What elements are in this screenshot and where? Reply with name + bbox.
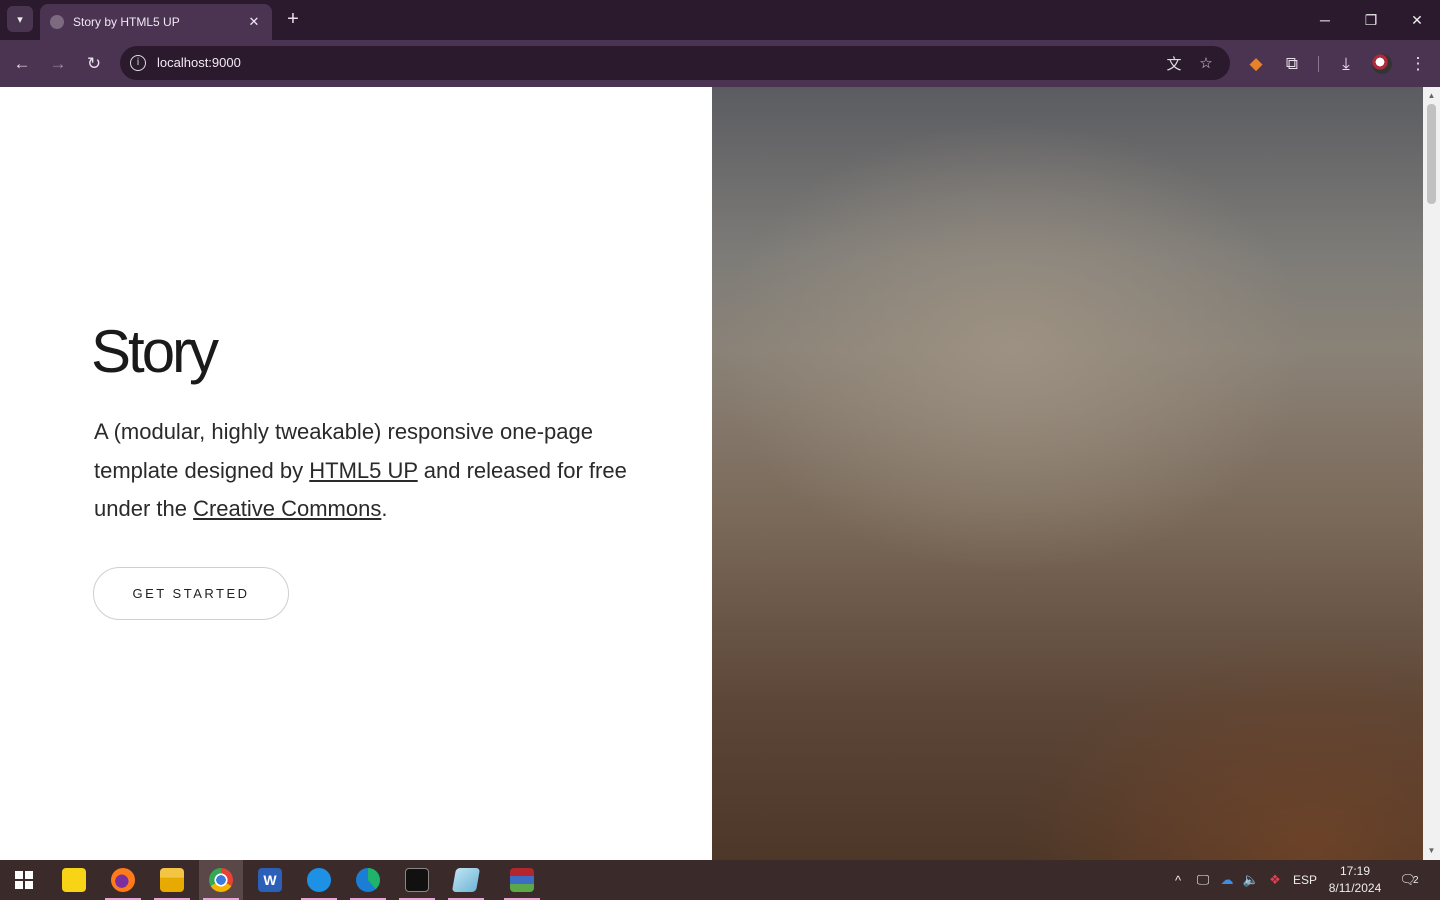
tab-strip: ▾ Story by HTML5 UP ✕ + ─ ❐ ✕ <box>0 0 1440 40</box>
reload-icon: ↻ <box>86 54 102 73</box>
restore-icon: ❐ <box>1364 11 1378 28</box>
reload-button[interactable]: ↻ <box>80 50 108 78</box>
close-tab-icon[interactable]: ✕ <box>246 14 262 30</box>
get-started-button[interactable]: GET STARTED <box>93 567 289 620</box>
new-tab-button[interactable]: + <box>282 8 304 30</box>
taskbar: W ^ 🖵 ☁ 🔈 ❖ ESP 17:19 8/11/2024 🗨 2 <box>0 860 1440 900</box>
chevron-up-icon[interactable]: ^ <box>1168 860 1188 900</box>
language-indicator[interactable]: ESP <box>1290 860 1320 900</box>
toolbar-divider <box>1318 56 1319 72</box>
extensions-icon[interactable]: ⧉ <box>1280 52 1304 76</box>
avatar <box>1372 54 1392 74</box>
site-info-icon[interactable]: i <box>130 55 146 71</box>
terminal-icon <box>405 868 429 892</box>
hero-image <box>712 87 1423 860</box>
favicon-icon <box>50 15 64 29</box>
url-text: localhost:9000 <box>157 55 241 70</box>
back-button[interactable]: ← <box>8 50 36 78</box>
sticky-notes-icon <box>62 868 86 892</box>
word-icon: W <box>258 868 282 892</box>
download-icon[interactable]: ⤓ <box>1334 52 1358 76</box>
minimize-button[interactable]: ─ <box>1302 0 1348 40</box>
winrar-icon <box>510 868 534 892</box>
taskbar-docker[interactable] <box>297 860 341 900</box>
kebab-menu-icon[interactable]: ⋮ <box>1406 52 1430 76</box>
tab-active[interactable]: Story by HTML5 UP ✕ <box>40 4 272 40</box>
restore-button[interactable]: ❐ <box>1348 0 1394 40</box>
tab-search-button[interactable]: ▾ <box>7 6 33 32</box>
taskbar-firefox[interactable] <box>101 860 145 900</box>
chevron-down-icon: ▾ <box>17 13 23 26</box>
volume-icon[interactable]: 🔈 <box>1240 860 1262 900</box>
notepad-icon <box>451 868 481 892</box>
scrollbar[interactable]: ▲ ▼ <box>1423 87 1440 860</box>
docker-icon <box>307 868 331 892</box>
taskbar-notepad[interactable] <box>444 860 488 900</box>
taskbar-winrar[interactable] <box>500 860 544 900</box>
scroll-up-icon[interactable]: ▲ <box>1423 89 1440 103</box>
notification-count: 2 <box>1412 874 1419 886</box>
metamask-extension-icon[interactable]: ◆ <box>1244 52 1268 76</box>
edge-icon <box>356 868 380 892</box>
taskbar-file-explorer[interactable] <box>150 860 194 900</box>
windows-icon <box>15 871 33 889</box>
profile-avatar[interactable] <box>1370 52 1394 76</box>
clock-date: 8/11/2024 <box>1328 881 1382 895</box>
page-viewport: Story A (modular, highly tweakable) resp… <box>0 87 1440 860</box>
taskbar-word[interactable]: W <box>248 860 292 900</box>
arrow-left-icon: ← <box>13 54 31 73</box>
address-bar[interactable]: i localhost:9000 文 ☆ <box>120 46 1230 80</box>
hero-content: Story A (modular, highly tweakable) resp… <box>0 87 712 860</box>
tab-title: Story by HTML5 UP <box>73 15 180 29</box>
forward-button[interactable]: → <box>44 50 72 78</box>
html5up-link[interactable]: HTML5 UP <box>309 458 417 483</box>
folder-icon <box>160 868 184 892</box>
scroll-down-icon[interactable]: ▼ <box>1423 844 1440 858</box>
close-icon: ✕ <box>1411 11 1423 28</box>
taskbar-terminal[interactable] <box>395 860 439 900</box>
bookmark-star-icon[interactable]: ☆ <box>1196 53 1216 73</box>
onedrive-icon[interactable]: ☁ <box>1216 860 1238 900</box>
network-icon[interactable]: 🖵 <box>1192 860 1214 900</box>
clock-time: 17:19 <box>1339 864 1371 878</box>
hero-text-part3: . <box>381 496 388 521</box>
minimize-icon: ─ <box>1320 12 1330 28</box>
hero-description: A (modular, highly tweakable) responsive… <box>94 413 654 529</box>
scroll-thumb[interactable] <box>1427 104 1436 204</box>
clock[interactable]: 17:19 8/11/2024 <box>1320 863 1390 897</box>
dropbox-icon[interactable]: ❖ <box>1264 860 1286 900</box>
start-button[interactable] <box>2 860 46 900</box>
taskbar-chrome[interactable] <box>199 860 243 900</box>
taskbar-edge[interactable] <box>346 860 390 900</box>
arrow-right-icon: → <box>49 54 67 73</box>
chrome-icon <box>209 868 233 892</box>
notification-center-button[interactable]: 🗨 2 <box>1396 860 1422 900</box>
taskbar-sticky-notes[interactable] <box>52 860 96 900</box>
creative-commons-link[interactable]: Creative Commons <box>193 496 381 521</box>
page-title: Story <box>91 318 219 385</box>
close-window-button[interactable]: ✕ <box>1394 0 1440 40</box>
browser-toolbar: ← → ↻ i localhost:9000 文 ☆ ◆ ⧉ ⤓ ⋮ <box>0 40 1440 87</box>
firefox-icon <box>111 868 135 892</box>
translate-icon[interactable]: 文 <box>1164 53 1184 73</box>
